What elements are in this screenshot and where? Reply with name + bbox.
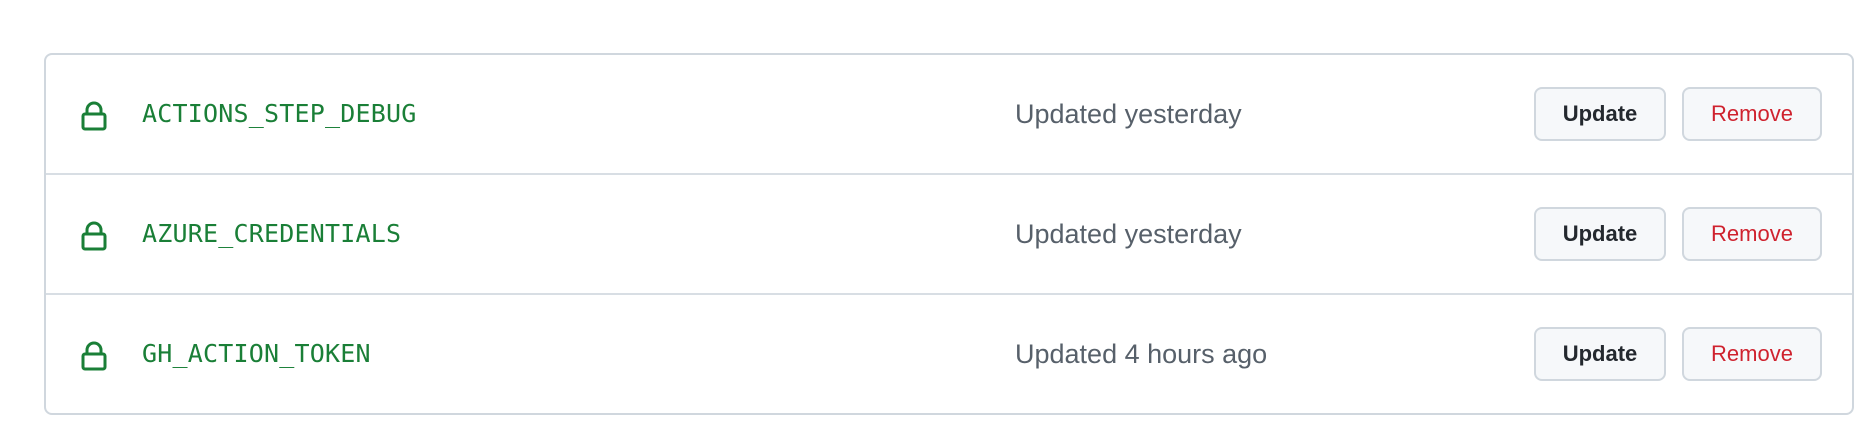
- secret-row: AZURE_CREDENTIALS Updated yesterday Upda…: [46, 175, 1852, 295]
- remove-secret-button[interactable]: Remove: [1682, 87, 1822, 141]
- update-secret-button[interactable]: Update: [1534, 327, 1666, 381]
- remove-secret-button[interactable]: Remove: [1682, 327, 1822, 381]
- lock-icon: [80, 341, 108, 371]
- secret-name: AZURE_CREDENTIALS: [142, 219, 402, 248]
- update-secret-button[interactable]: Update: [1534, 207, 1666, 261]
- update-secret-button[interactable]: Update: [1534, 87, 1666, 141]
- remove-secret-button[interactable]: Remove: [1682, 207, 1822, 261]
- secret-updated-time: Updated yesterday: [1015, 99, 1242, 129]
- secret-updated-time: Updated 4 hours ago: [1015, 339, 1268, 369]
- lock-icon: [80, 101, 108, 131]
- secret-row: ACTIONS_STEP_DEBUG Updated yesterday Upd…: [46, 55, 1852, 175]
- clipped-description-text: [230, 0, 1130, 2]
- lock-icon: [80, 221, 108, 251]
- secret-name: ACTIONS_STEP_DEBUG: [142, 99, 417, 128]
- secret-row: GH_ACTION_TOKEN Updated 4 hours ago Upda…: [46, 295, 1852, 413]
- secret-name: GH_ACTION_TOKEN: [142, 339, 371, 368]
- secrets-list: ACTIONS_STEP_DEBUG Updated yesterday Upd…: [44, 53, 1854, 415]
- secret-updated-time: Updated yesterday: [1015, 219, 1242, 249]
